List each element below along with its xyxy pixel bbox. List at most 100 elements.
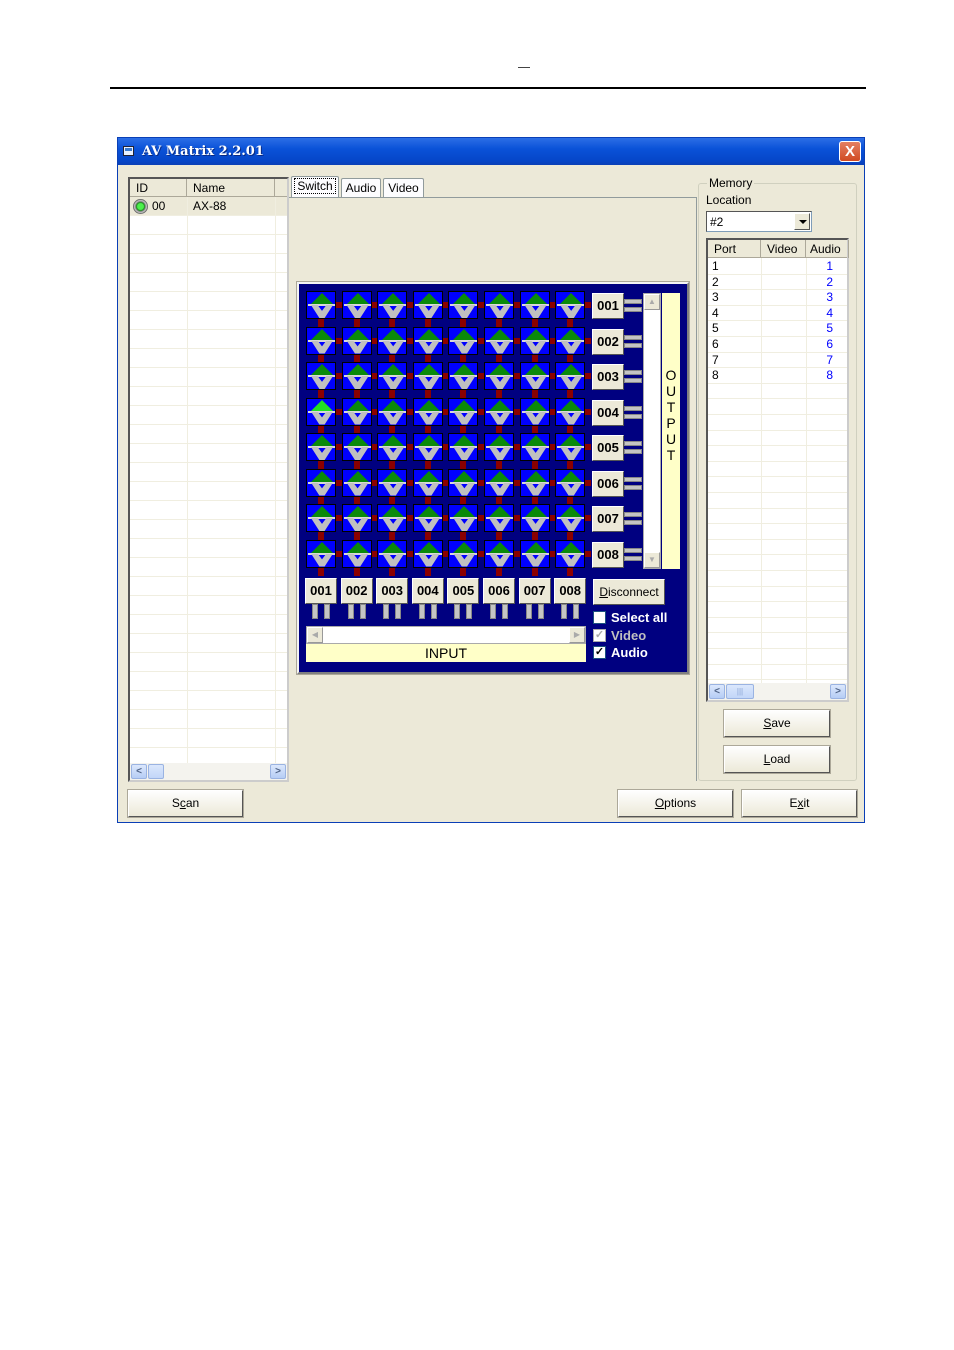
input-port-button[interactable]: 007 xyxy=(518,578,551,604)
crosspoint-button[interactable] xyxy=(341,291,372,319)
crosspoint-button[interactable] xyxy=(412,362,443,390)
scan-button[interactable]: Scan xyxy=(127,789,244,818)
crosspoint-button[interactable] xyxy=(519,433,550,461)
crosspoint-button[interactable] xyxy=(484,362,514,390)
crosspoint-button[interactable] xyxy=(448,468,479,497)
tab-video[interactable]: Video xyxy=(383,178,424,198)
scroll-right-button[interactable]: > xyxy=(270,764,286,779)
crosspoint-button[interactable] xyxy=(519,468,550,497)
crosspoint-button[interactable] xyxy=(555,504,586,532)
crosspoint-button[interactable] xyxy=(484,539,514,568)
input-port-button[interactable]: 003 xyxy=(376,578,409,604)
output-port-button[interactable]: 005 xyxy=(592,435,624,461)
crosspoint-button[interactable] xyxy=(377,397,408,426)
output-port-button[interactable]: 008 xyxy=(592,541,624,568)
crosspoint-button[interactable] xyxy=(448,326,479,355)
memory-row[interactable]: 66 xyxy=(708,337,847,353)
crosspoint-button[interactable] xyxy=(306,397,336,426)
crosspoint-button[interactable] xyxy=(377,326,408,355)
tab-audio[interactable]: Audio xyxy=(341,178,381,198)
column-header-id[interactable]: ID xyxy=(130,179,187,197)
crosspoint-button[interactable] xyxy=(555,362,586,390)
load-button[interactable]: Load xyxy=(723,745,831,774)
crosspoint-button[interactable] xyxy=(519,397,550,426)
column-header-port[interactable]: Port xyxy=(708,240,761,258)
location-select[interactable]: #2 xyxy=(706,211,812,232)
crosspoint-button[interactable] xyxy=(555,468,586,497)
crosspoint-button[interactable] xyxy=(484,326,514,355)
crosspoint-button[interactable] xyxy=(519,326,550,355)
crosspoint-button[interactable] xyxy=(377,362,408,390)
crosspoint-button[interactable] xyxy=(448,433,479,461)
device-row[interactable]: 00 AX-88 xyxy=(130,197,287,216)
scroll-up-button[interactable]: ▲ xyxy=(644,294,660,310)
crosspoint-button[interactable] xyxy=(306,291,336,319)
options-button[interactable]: Options xyxy=(617,789,734,818)
crosspoint-button[interactable] xyxy=(377,468,408,497)
crosspoint-button[interactable] xyxy=(341,326,372,355)
column-header-name[interactable]: Name xyxy=(187,179,275,197)
exit-button[interactable]: Exit xyxy=(741,789,858,818)
crosspoint-button[interactable] xyxy=(341,397,372,426)
crosspoint-button[interactable] xyxy=(412,504,443,532)
checkbox-box[interactable] xyxy=(593,611,606,624)
input-port-button[interactable]: 008 xyxy=(554,578,587,604)
crosspoint-button[interactable] xyxy=(412,397,443,426)
tab-switch[interactable]: Switch xyxy=(291,176,339,198)
save-button[interactable]: Save xyxy=(723,709,831,738)
crosspoint-button[interactable] xyxy=(448,397,479,426)
crosspoint-button[interactable] xyxy=(555,291,586,319)
memory-row[interactable]: 33 xyxy=(708,290,847,306)
crosspoint-button[interactable] xyxy=(484,397,514,426)
crosspoint-button[interactable] xyxy=(341,504,372,532)
output-port-button[interactable]: 003 xyxy=(592,364,624,390)
crosspoint-button[interactable] xyxy=(484,468,514,497)
crosspoint-button[interactable] xyxy=(448,539,479,568)
memory-row[interactable]: 88 xyxy=(708,368,847,384)
crosspoint-button[interactable] xyxy=(412,539,443,568)
memory-row[interactable]: 77 xyxy=(708,353,847,369)
input-port-button[interactable]: 001 xyxy=(305,578,337,604)
crosspoint-button[interactable] xyxy=(555,397,586,426)
device-list-hscrollbar[interactable]: < > xyxy=(130,763,287,780)
column-header-audio[interactable]: Audio xyxy=(806,240,849,258)
crosspoint-button[interactable] xyxy=(341,433,372,461)
scroll-left-button[interactable]: < xyxy=(131,764,147,779)
scroll-left-button[interactable]: ◀ xyxy=(307,627,323,643)
scroll-down-button[interactable]: ▼ xyxy=(644,552,660,568)
column-header-video[interactable]: Video xyxy=(761,240,806,258)
crosspoint-button[interactable] xyxy=(377,504,408,532)
memory-row[interactable]: 55 xyxy=(708,321,847,337)
memory-row[interactable]: 22 xyxy=(708,275,847,291)
title-bar[interactable]: AV Matrix 2.2.01 X xyxy=(118,138,864,165)
crosspoint-button[interactable] xyxy=(306,362,336,390)
scroll-left-button[interactable]: < xyxy=(709,684,725,699)
crosspoint-button[interactable] xyxy=(555,539,586,568)
crosspoint-button[interactable] xyxy=(519,291,550,319)
crosspoint-button[interactable] xyxy=(412,433,443,461)
scroll-right-button[interactable]: > xyxy=(830,684,846,699)
input-port-button[interactable]: 002 xyxy=(340,578,373,604)
crosspoint-button[interactable] xyxy=(341,539,372,568)
crosspoint-button[interactable] xyxy=(484,504,514,532)
output-port-button[interactable]: 001 xyxy=(592,293,624,319)
memory-port-list[interactable]: Port Video Audio 1122334455667788 < ||| … xyxy=(706,238,849,702)
crosspoint-button[interactable] xyxy=(484,291,514,319)
crosspoint-button[interactable] xyxy=(519,362,550,390)
crosspoint-button[interactable] xyxy=(377,291,408,319)
memory-row[interactable]: 11 xyxy=(708,259,847,275)
crosspoint-button[interactable] xyxy=(448,362,479,390)
memory-list-hscrollbar[interactable]: < ||| > xyxy=(708,683,847,700)
device-list[interactable]: ID Name 00 AX-88 < > xyxy=(128,177,289,782)
crosspoint-button[interactable] xyxy=(306,539,336,568)
scroll-right-button[interactable]: ▶ xyxy=(569,627,585,643)
output-port-button[interactable]: 006 xyxy=(592,470,624,497)
crosspoint-button[interactable] xyxy=(412,468,443,497)
crosspoint-button[interactable] xyxy=(377,433,408,461)
output-port-button[interactable]: 007 xyxy=(592,506,624,532)
crosspoint-button[interactable] xyxy=(377,539,408,568)
memory-row[interactable]: 44 xyxy=(708,306,847,322)
input-port-button[interactable]: 004 xyxy=(411,578,444,604)
crosspoint-button[interactable] xyxy=(412,326,443,355)
dropdown-arrow-icon[interactable] xyxy=(794,213,810,230)
